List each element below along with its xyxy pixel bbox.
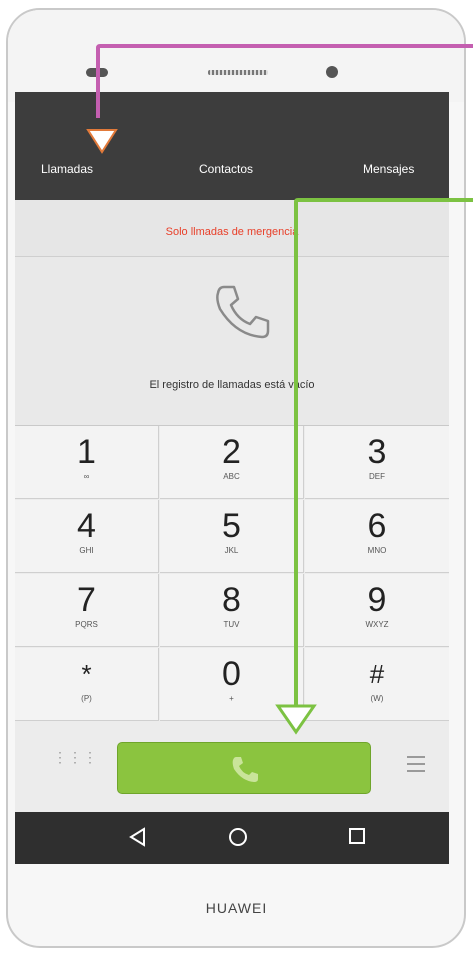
key-letters: (W) — [370, 694, 384, 703]
voicemail-icon: ∞ — [83, 472, 90, 481]
back-triangle-icon[interactable] — [127, 826, 147, 848]
dialer-action-bar: ⋮⋮⋮ — [15, 726, 449, 812]
dialpad-icon[interactable]: ⋮⋮⋮ — [53, 750, 98, 764]
key-letters: GHI — [79, 546, 94, 555]
call-button[interactable] — [117, 742, 371, 794]
emergency-notice: Solo llmadas de mergencia — [15, 200, 449, 257]
key-1[interactable]: 1 ∞ — [15, 426, 159, 499]
phone-outline-icon — [216, 285, 270, 339]
android-nav-bar — [15, 812, 449, 864]
key-hash[interactable]: # (W) — [305, 648, 449, 721]
empty-log-message: El registro de llamadas está vacío — [149, 379, 315, 391]
key-digit: 9 — [367, 581, 387, 619]
key-8[interactable]: 8 TUV — [160, 574, 304, 647]
key-letters: DEF — [369, 472, 385, 481]
key-9[interactable]: 9 WXYZ — [305, 574, 449, 647]
home-circle-icon[interactable] — [227, 826, 249, 848]
key-letters: + — [229, 694, 234, 703]
key-0[interactable]: 0 + — [160, 648, 304, 721]
tab-contactos[interactable]: Contactos — [199, 162, 253, 176]
key-star[interactable]: * (P) — [15, 648, 159, 721]
key-6[interactable]: 6 MNO — [305, 500, 449, 573]
key-4[interactable]: 4 GHI — [15, 500, 159, 573]
key-digit: 2 — [222, 433, 241, 471]
key-digit: 0 — [222, 655, 241, 693]
brand-logo: HUAWEI — [205, 900, 268, 916]
key-digit: # — [369, 659, 385, 689]
phone-handset-icon — [232, 757, 258, 782]
recent-square-icon[interactable] — [347, 826, 367, 846]
dial-keypad: 1 ∞ 2 ABC 3 DEF 4 GHI 5 JKL 6 MNO 7 PQRS 8 TUV 9… — [15, 426, 449, 726]
key-letters: PQRS — [75, 620, 98, 629]
key-letters: MNO — [367, 546, 387, 555]
key-3[interactable]: 3 DEF — [305, 426, 449, 499]
dialer-screen: Llamadas Contactos Mensajes Solo llmadas… — [15, 92, 449, 812]
front-camera — [326, 66, 338, 78]
tab-llamadas[interactable]: Llamadas — [41, 162, 93, 176]
key-letters: WXYZ — [365, 620, 389, 629]
key-digit: 6 — [367, 507, 387, 545]
key-letters: TUV — [223, 620, 240, 629]
key-5[interactable]: 5 JKL — [160, 500, 304, 573]
key-digit: 4 — [77, 507, 96, 545]
speaker-grille — [208, 70, 268, 75]
key-digit: 7 — [77, 581, 96, 619]
call-log-area: El registro de llamadas está vacío — [15, 257, 449, 426]
key-2[interactable]: 2 ABC — [160, 426, 304, 499]
key-7[interactable]: 7 PQRS — [15, 574, 159, 647]
key-letters: JKL — [224, 546, 239, 555]
key-letters: ABC — [223, 472, 240, 481]
phone-top-bezel — [8, 10, 464, 102]
key-digit: * — [81, 659, 92, 689]
menu-icon[interactable] — [407, 756, 425, 777]
earpiece — [86, 68, 108, 77]
key-digit: 1 — [77, 433, 96, 471]
key-letters: (P) — [81, 694, 92, 703]
key-digit: 8 — [222, 581, 241, 619]
tab-bar: Llamadas Contactos Mensajes — [15, 92, 449, 200]
key-digit: 3 — [367, 433, 387, 471]
key-digit: 5 — [222, 507, 241, 545]
tab-mensajes[interactable]: Mensajes — [363, 162, 414, 176]
